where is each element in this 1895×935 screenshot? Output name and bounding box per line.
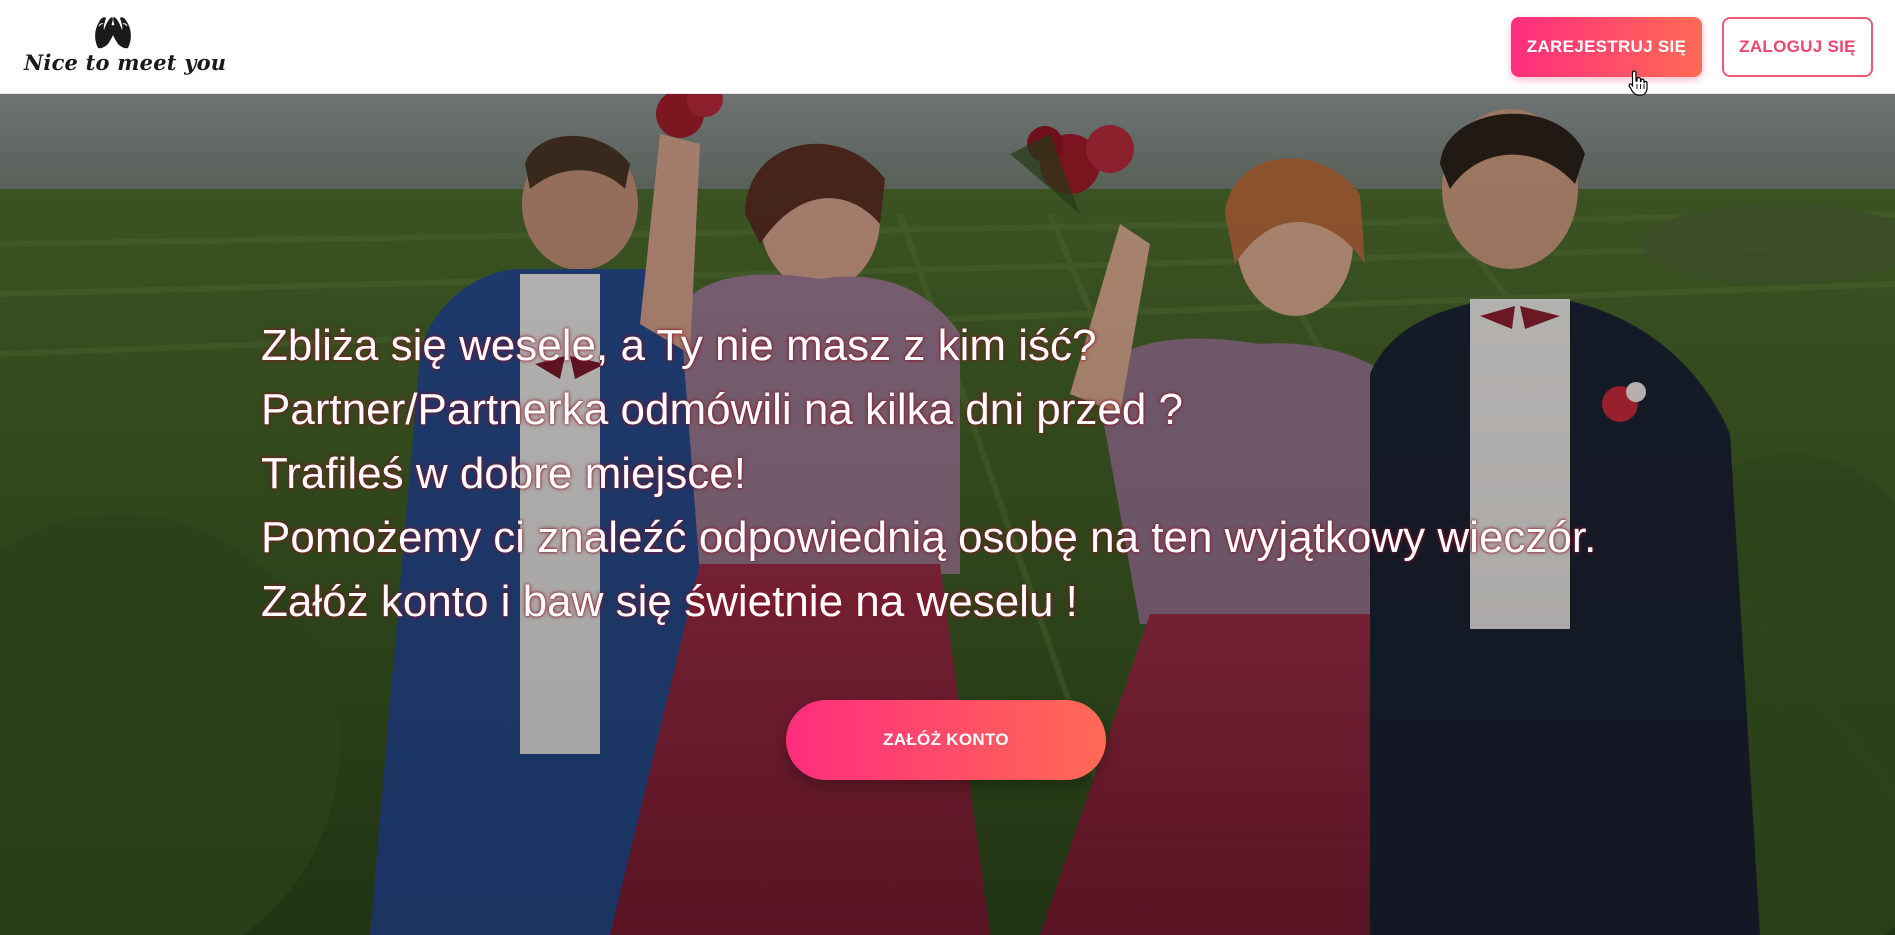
- hero-headline: Zbliża się wesele, a Ty nie masz z kim i…: [261, 314, 1741, 634]
- site-logo[interactable]: Nice to meet you: [24, 10, 226, 82]
- login-button[interactable]: ZALOGUJ SIĘ: [1722, 17, 1873, 77]
- hand-pointer-cursor-icon: [1628, 70, 1648, 96]
- hero-line: Trafileś w dobre miejsce!: [261, 449, 746, 498]
- create-account-button[interactable]: ZAŁÓŻ KONTO: [786, 700, 1106, 780]
- top-navbar: Nice to meet you ZAREJESTRUJ SIĘ ZALOGUJ…: [0, 0, 1895, 94]
- hero-line: Partner/Partnerka odmówili na kilka dni …: [261, 385, 1184, 434]
- hero-line: Zbliża się wesele, a Ty nie masz z kim i…: [261, 321, 1097, 370]
- logo-text: Nice to meet you: [24, 50, 227, 75]
- hero-line: Załóż konto i baw się świetnie na weselu…: [261, 577, 1078, 626]
- hero-section: Zbliża się wesele, a Ty nie masz z kim i…: [0, 94, 1895, 935]
- hero-line: Pomożemy ci znaleźć odpowiednią osobę na…: [261, 513, 1597, 562]
- register-button[interactable]: ZAREJESTRUJ SIĘ: [1511, 17, 1702, 77]
- hands-logo-icon: [95, 17, 131, 49]
